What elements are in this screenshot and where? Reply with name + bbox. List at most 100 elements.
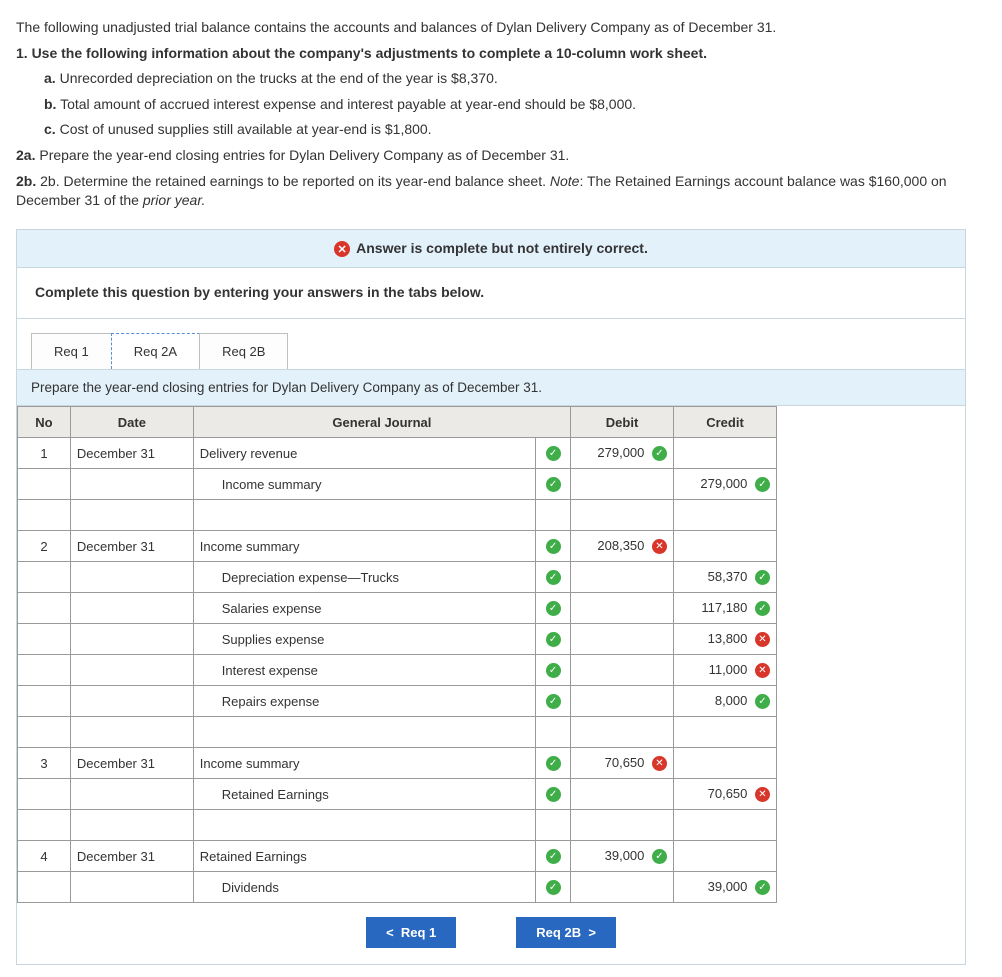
cell-credit[interactable] bbox=[674, 841, 777, 872]
cell-account[interactable] bbox=[193, 500, 535, 531]
cell-no[interactable] bbox=[18, 779, 71, 810]
cell-rowmark: ✓ bbox=[536, 531, 571, 562]
cell-debit[interactable] bbox=[571, 810, 674, 841]
cell-credit[interactable] bbox=[674, 717, 777, 748]
cell-debit[interactable] bbox=[571, 686, 674, 717]
check-icon: ✓ bbox=[546, 477, 561, 492]
cell-credit[interactable]: 279,000 ✓ bbox=[674, 469, 777, 500]
adj-b: b. Total amount of accrued interest expe… bbox=[44, 95, 986, 115]
cell-debit[interactable] bbox=[571, 655, 674, 686]
table-row: Interest expense✓ 11,000 ✕ bbox=[18, 655, 777, 686]
cell-no[interactable] bbox=[18, 872, 71, 903]
cell-no[interactable] bbox=[18, 624, 71, 655]
chevron-right-icon: > bbox=[588, 925, 596, 940]
cell-account[interactable]: Retained Earnings bbox=[193, 841, 535, 872]
cell-account[interactable]: Repairs expense bbox=[193, 686, 535, 717]
cell-account[interactable]: Supplies expense bbox=[193, 624, 535, 655]
cell-date[interactable]: December 31 bbox=[70, 531, 193, 562]
prev-button[interactable]: < Req 1 bbox=[366, 917, 456, 948]
cell-account[interactable]: Salaries expense bbox=[193, 593, 535, 624]
cell-account[interactable]: Income summary bbox=[193, 469, 535, 500]
cell-credit[interactable] bbox=[674, 500, 777, 531]
cell-debit[interactable] bbox=[571, 593, 674, 624]
cell-date[interactable] bbox=[70, 810, 193, 841]
cell-no[interactable]: 4 bbox=[18, 841, 71, 872]
table-row: Income summary ✓ 279,000 ✓ bbox=[18, 469, 777, 500]
x-icon: ✕ bbox=[755, 787, 770, 802]
cell-date[interactable] bbox=[70, 469, 193, 500]
tab-req2b[interactable]: Req 2B bbox=[199, 333, 288, 369]
cell-credit[interactable] bbox=[674, 531, 777, 562]
cell-rowmark: ✓ bbox=[536, 562, 571, 593]
table-row: Depreciation expense—Trucks✓ 58,370 ✓ bbox=[18, 562, 777, 593]
cell-credit[interactable]: 11,000 ✕ bbox=[674, 655, 777, 686]
check-icon: ✓ bbox=[546, 756, 561, 771]
cell-credit[interactable] bbox=[674, 438, 777, 469]
cell-debit[interactable]: 70,650 ✕ bbox=[571, 748, 674, 779]
cell-no[interactable] bbox=[18, 500, 71, 531]
cell-debit[interactable] bbox=[571, 779, 674, 810]
cell-debit[interactable]: 279,000 ✓ bbox=[571, 438, 674, 469]
cell-no[interactable] bbox=[18, 469, 71, 500]
step2a-text: 2a. Prepare the year-end closing entries… bbox=[16, 146, 986, 166]
cell-account[interactable] bbox=[193, 717, 535, 748]
check-icon: ✓ bbox=[755, 880, 770, 895]
cell-date[interactable] bbox=[70, 872, 193, 903]
cell-date[interactable] bbox=[70, 500, 193, 531]
check-icon: ✓ bbox=[546, 601, 561, 616]
cell-date[interactable]: December 31 bbox=[70, 841, 193, 872]
cell-no[interactable] bbox=[18, 562, 71, 593]
cell-account[interactable]: Delivery revenue bbox=[193, 438, 535, 469]
cell-no[interactable]: 3 bbox=[18, 748, 71, 779]
cell-credit[interactable]: 13,800 ✕ bbox=[674, 624, 777, 655]
cell-credit[interactable] bbox=[674, 748, 777, 779]
cell-account[interactable]: Retained Earnings bbox=[193, 779, 535, 810]
cell-no[interactable] bbox=[18, 655, 71, 686]
cell-credit[interactable] bbox=[674, 810, 777, 841]
cell-credit[interactable]: 8,000 ✓ bbox=[674, 686, 777, 717]
cell-account[interactable] bbox=[193, 810, 535, 841]
table-row bbox=[18, 810, 777, 841]
table-row: Dividends ✓39,000 ✓ bbox=[18, 872, 777, 903]
tab-req2a[interactable]: Req 2A bbox=[111, 333, 200, 369]
cell-credit[interactable]: 70,650 ✕ bbox=[674, 779, 777, 810]
tab-req1[interactable]: Req 1 bbox=[31, 333, 112, 369]
cell-credit[interactable]: 117,180 ✓ bbox=[674, 593, 777, 624]
cell-rowmark: ✓ bbox=[536, 655, 571, 686]
cell-account[interactable]: Depreciation expense—Trucks bbox=[193, 562, 535, 593]
cell-date[interactable]: December 31 bbox=[70, 748, 193, 779]
cell-debit[interactable] bbox=[571, 469, 674, 500]
cell-credit[interactable]: 58,370 ✓ bbox=[674, 562, 777, 593]
cell-date[interactable] bbox=[70, 655, 193, 686]
cell-credit[interactable]: 39,000 ✓ bbox=[674, 872, 777, 903]
cell-no[interactable]: 1 bbox=[18, 438, 71, 469]
cell-debit[interactable] bbox=[571, 500, 674, 531]
cell-no[interactable] bbox=[18, 686, 71, 717]
cell-no[interactable] bbox=[18, 717, 71, 748]
cell-no[interactable] bbox=[18, 593, 71, 624]
cell-debit[interactable]: 208,350 ✕ bbox=[571, 531, 674, 562]
answer-container: ✕Answer is complete but not entirely cor… bbox=[16, 229, 966, 965]
cell-no[interactable]: 2 bbox=[18, 531, 71, 562]
cell-date[interactable]: December 31 bbox=[70, 438, 193, 469]
cell-no[interactable] bbox=[18, 810, 71, 841]
cell-date[interactable] bbox=[70, 686, 193, 717]
cell-date[interactable] bbox=[70, 593, 193, 624]
cell-debit[interactable] bbox=[571, 872, 674, 903]
cell-debit[interactable] bbox=[571, 624, 674, 655]
th-gj: General Journal bbox=[193, 407, 570, 438]
cell-date[interactable] bbox=[70, 624, 193, 655]
cell-account[interactable]: Income summary bbox=[193, 748, 535, 779]
cell-account[interactable]: Income summary bbox=[193, 531, 535, 562]
cell-date[interactable] bbox=[70, 717, 193, 748]
next-button[interactable]: Req 2B > bbox=[516, 917, 616, 948]
cell-account[interactable]: Dividends bbox=[193, 872, 535, 903]
th-date: Date bbox=[70, 407, 193, 438]
cell-account[interactable]: Interest expense bbox=[193, 655, 535, 686]
cell-date[interactable] bbox=[70, 779, 193, 810]
cell-debit[interactable] bbox=[571, 717, 674, 748]
check-icon: ✓ bbox=[546, 539, 561, 554]
cell-debit[interactable] bbox=[571, 562, 674, 593]
cell-debit[interactable]: 39,000 ✓ bbox=[571, 841, 674, 872]
cell-date[interactable] bbox=[70, 562, 193, 593]
